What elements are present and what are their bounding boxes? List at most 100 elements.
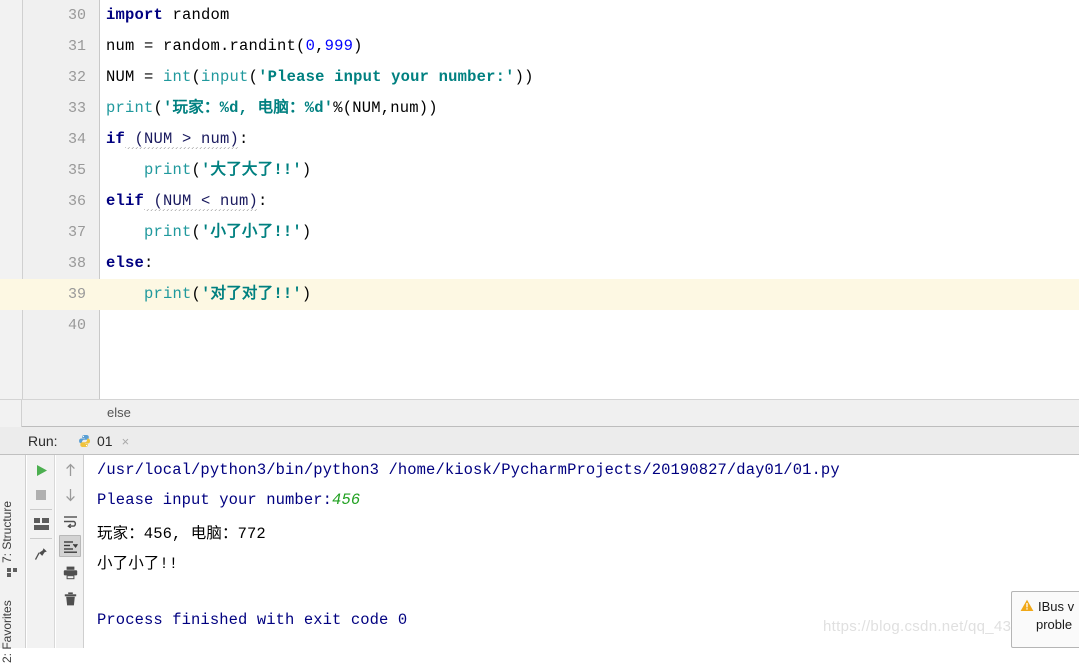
stop-button[interactable] <box>30 484 52 506</box>
soft-wrap-button[interactable] <box>59 510 81 532</box>
code-token: '对了对了!!' <box>201 285 302 303</box>
breadcrumb-left-strip <box>0 400 22 427</box>
code-token: if <box>106 130 126 148</box>
line-number[interactable]: 32 <box>23 62 86 93</box>
code-line-text[interactable]: print('大了大了!!') <box>106 155 311 186</box>
line-number[interactable]: 36 <box>23 186 86 217</box>
code-line-text[interactable]: NUM = int(input('Please input your numbe… <box>106 62 534 93</box>
toolbar-separator <box>30 509 52 510</box>
run-configuration-tab[interactable]: 01 × <box>78 430 129 452</box>
ibus-popup-body: proble <box>1036 617 1073 632</box>
code-token: ( <box>296 37 306 55</box>
line-number[interactable]: 35 <box>23 155 86 186</box>
code-line-text[interactable]: else: <box>106 248 154 279</box>
code-line-text[interactable]: print('小了小了!!') <box>106 217 311 248</box>
run-window-title: Run: <box>28 433 58 449</box>
ibus-popup-header: IBus v <box>1020 599 1074 614</box>
code-token: ( <box>153 99 164 117</box>
code-token: ) <box>301 285 312 303</box>
code-token: ( <box>191 68 202 86</box>
code-line[interactable]: 37 print('小了小了!!') <box>0 217 1079 248</box>
console-text: Please input your number: <box>97 491 333 509</box>
code-token: 999 <box>324 37 354 55</box>
code-token: NUM = <box>106 68 164 86</box>
code-token: random <box>163 6 230 24</box>
code-token: ) <box>353 37 363 55</box>
next-occurrence-button[interactable] <box>59 484 81 506</box>
clear-all-button[interactable] <box>59 588 81 610</box>
code-line-text[interactable]: elif (NUM < num): <box>106 186 268 217</box>
code-token: input <box>201 68 249 86</box>
code-line-text[interactable]: num = random.randint(0,999) <box>106 31 363 62</box>
line-number[interactable]: 33 <box>23 93 86 124</box>
line-number[interactable]: 31 <box>23 31 86 62</box>
code-token: print <box>106 99 154 117</box>
code-editor[interactable]: 30 import random 31 num = random.randint(0,… <box>0 0 1079 399</box>
code-token: : <box>239 130 249 148</box>
line-number[interactable]: 37 <box>23 217 86 248</box>
console-line: 小了小了!! <box>97 551 178 573</box>
line-number[interactable]: 40 <box>23 310 86 341</box>
code-line[interactable]: 35 print('大了大了!!') <box>0 155 1079 186</box>
run-toolbar-primary <box>27 455 55 648</box>
structure-icon <box>7 564 18 577</box>
code-line-text[interactable]: print('对了对了!!') <box>106 279 311 310</box>
line-number[interactable]: 38 <box>23 248 86 279</box>
code-token: 0 <box>305 37 316 55</box>
code-line[interactable]: 34 if (NUM > num): <box>0 124 1079 155</box>
pin-tab-button[interactable] <box>30 543 52 565</box>
sidebar-item-structure[interactable]: 7: Structure <box>0 463 26 563</box>
watermark: https://blog.csdn.net/qq_43687 <box>823 618 1038 635</box>
line-number[interactable]: 39 <box>23 279 86 310</box>
code-line[interactable]: 32 NUM = int(input('Please input your num… <box>0 62 1079 93</box>
code-token: (NUM > num) <box>125 130 240 149</box>
code-token: %(NUM,num)) <box>333 99 438 117</box>
breadcrumb-bar: else <box>0 399 1079 427</box>
code-line[interactable]: 31 num = random.randint(0,999) <box>0 31 1079 62</box>
code-token: int <box>163 68 192 86</box>
code-token: : <box>258 192 268 210</box>
run-tab-label: 01 <box>97 433 113 449</box>
code-token: random.randint <box>163 37 297 55</box>
close-icon[interactable]: × <box>122 434 130 449</box>
restore-layout-button[interactable] <box>30 513 52 535</box>
code-line-text[interactable]: print('玩家：%d, 电脑：%d'%(NUM,num)) <box>106 93 438 124</box>
code-token: ( <box>191 223 202 241</box>
code-token: import <box>106 6 164 24</box>
code-token: '小了小了!!' <box>201 223 302 241</box>
soft-wrap-icon <box>63 515 77 528</box>
toolbar-separator-2 <box>30 538 52 539</box>
console-text: 小了小了!! <box>97 555 179 573</box>
code-token: ) <box>301 161 312 179</box>
scroll-to-end-button[interactable] <box>59 535 81 557</box>
sidebar-item-favorites[interactable]: 2: Favorites <box>0 573 26 663</box>
breadcrumb[interactable]: else <box>107 405 131 420</box>
code-token: , <box>315 37 325 55</box>
line-number[interactable]: 34 <box>23 124 86 155</box>
code-token: print <box>106 161 192 179</box>
ibus-notification-popup[interactable]: IBus v proble <box>1011 591 1079 648</box>
code-token: '玩家：%d, 电脑：%d' <box>163 99 334 117</box>
line-number[interactable]: 30 <box>23 0 86 31</box>
code-token: ) <box>301 223 312 241</box>
print-button[interactable] <box>59 562 81 584</box>
code-line[interactable]: 38 else: <box>0 248 1079 279</box>
code-token: print <box>106 223 192 241</box>
code-line-text[interactable]: import random <box>106 0 230 31</box>
rerun-button[interactable] <box>30 459 52 481</box>
code-token: else <box>106 254 145 272</box>
run-toolbar-secondary <box>56 455 84 648</box>
code-lines-container[interactable]: 30 import random 31 num = random.randint(0,… <box>0 0 1079 399</box>
play-icon <box>36 464 47 476</box>
ibus-popup-title: IBus v <box>1038 599 1075 614</box>
code-line[interactable]: 30 import random <box>0 0 1079 31</box>
previous-occurrence-button[interactable] <box>59 459 81 481</box>
code-line[interactable]: 40 <box>0 310 1079 341</box>
code-line[interactable]: 33 print('玩家：%d, 电脑：%d'%(NUM,num)) <box>0 93 1079 124</box>
console-text: /usr/local/python3/bin/python3 /home/kio… <box>97 461 840 479</box>
code-line[interactable]: 39 print('对了对了!!') <box>0 279 1079 310</box>
code-line-text[interactable]: if (NUM > num): <box>106 124 249 155</box>
console-text: 456 <box>332 491 361 509</box>
code-line[interactable]: 36 elif (NUM < num): <box>0 186 1079 217</box>
